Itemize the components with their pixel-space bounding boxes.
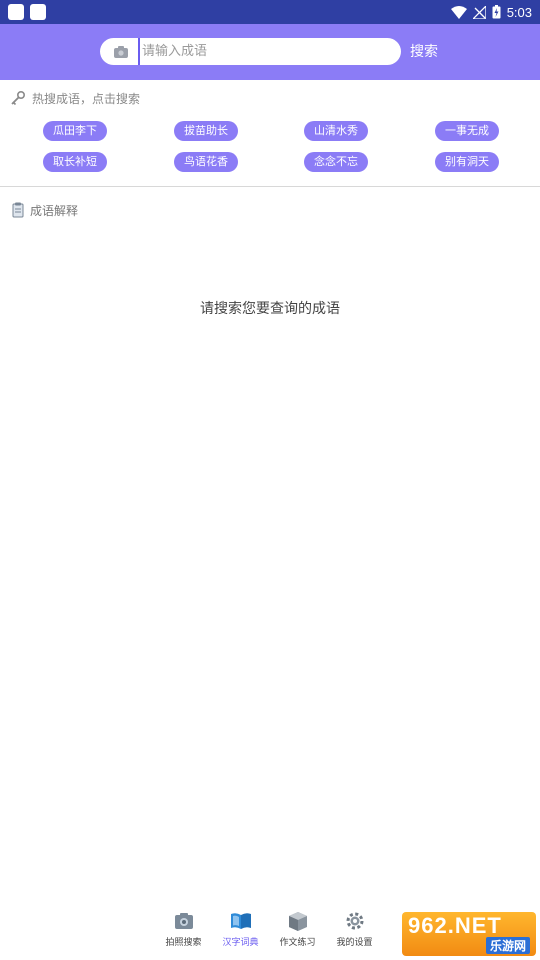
explain-title: 成语解释	[12, 202, 78, 218]
section-divider	[0, 186, 540, 187]
search-button[interactable]: 搜索	[410, 41, 438, 61]
explain-label: 成语解释	[30, 203, 79, 218]
watermark-subtext: 乐游网	[485, 937, 530, 954]
nav-item-settings[interactable]: 我的设置	[326, 910, 383, 954]
chip-idiom[interactable]: 一事无成	[435, 121, 499, 141]
status-indicators: 5:03	[450, 4, 532, 20]
notification-icon	[30, 4, 46, 20]
search-input[interactable]	[138, 38, 401, 65]
camera-icon	[174, 913, 193, 929]
app-header: 搜索	[0, 24, 540, 80]
chip-idiom[interactable]: 瓜田李下	[43, 121, 107, 141]
status-bar: 5:03	[0, 0, 540, 24]
signal-icon	[472, 5, 486, 19]
status-time: 5:03	[506, 4, 532, 20]
nav-label: 汉字词典	[222, 938, 259, 948]
nav-label: 我的设置	[336, 938, 373, 948]
status-notifications	[8, 4, 46, 20]
chip-idiom[interactable]: 拔苗助长	[174, 121, 238, 141]
nav-item-essay-practice[interactable]: 作文练习	[269, 910, 326, 954]
nav-item-dictionary[interactable]: 汉字词典	[212, 910, 269, 954]
wifi-icon	[450, 5, 467, 19]
chip-idiom[interactable]: 念念不忘	[304, 152, 368, 172]
chip-idiom[interactable]: 鸟语花香	[174, 152, 238, 172]
watermark-logo: 962.NET 乐游网	[402, 912, 536, 956]
document-icon	[12, 202, 24, 218]
watermark-text: 962.NET	[408, 913, 502, 938]
book-icon	[230, 913, 251, 929]
chip-idiom[interactable]: 取长补短	[43, 152, 107, 172]
gear-icon	[346, 912, 363, 930]
bottom-nav: 拍照搜索 汉字词典 作文练习 我的设置	[155, 910, 385, 954]
search-box[interactable]	[100, 38, 401, 65]
battery-icon	[492, 5, 501, 19]
camera-icon[interactable]	[114, 45, 128, 58]
notification-icon	[8, 4, 24, 20]
empty-state-message: 请搜索您要查询的成语	[200, 301, 340, 317]
nav-label: 作文练习	[279, 938, 316, 948]
hot-search-label: 热搜成语，点击搜索	[32, 91, 141, 106]
box-icon	[288, 912, 307, 931]
key-icon	[11, 90, 26, 106]
nav-item-photo-search[interactable]: 拍照搜索	[155, 910, 212, 954]
chip-idiom[interactable]: 山清水秀	[304, 121, 368, 141]
nav-label: 拍照搜索	[165, 938, 202, 948]
chip-idiom[interactable]: 别有洞天	[435, 152, 499, 172]
hot-search-title: 热搜成语，点击搜索	[10, 90, 140, 106]
